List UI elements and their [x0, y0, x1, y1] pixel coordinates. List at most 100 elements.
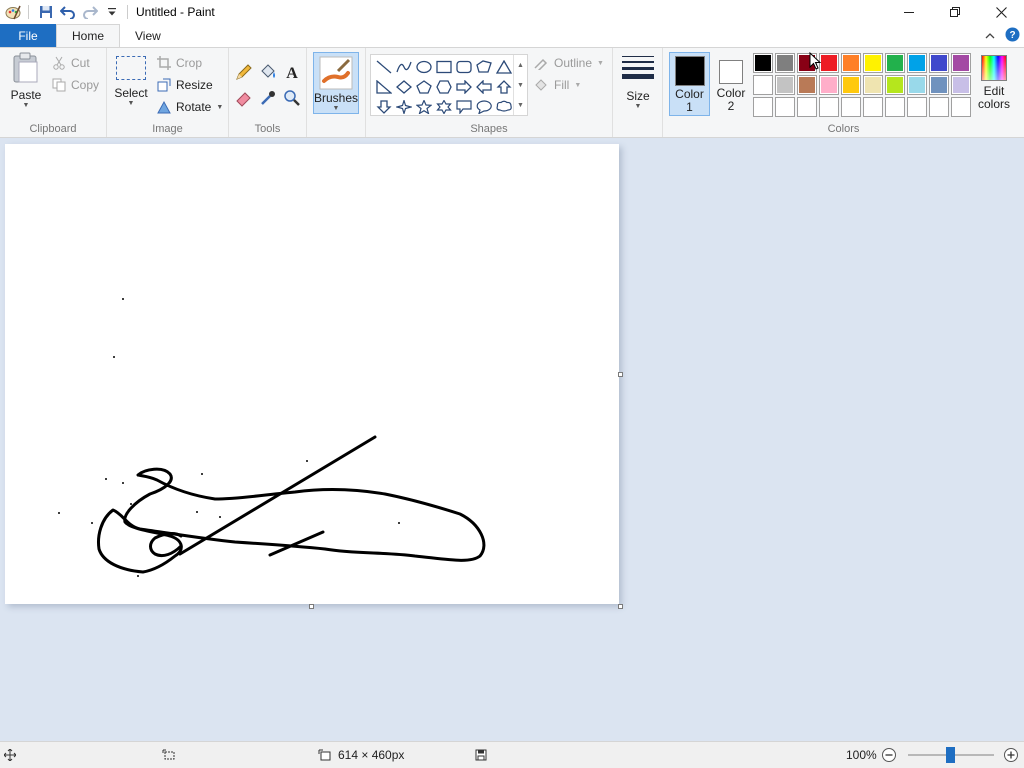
restore-icon[interactable] [932, 0, 978, 24]
diamond-shape-icon[interactable] [394, 77, 414, 97]
customize-qat-icon[interactable] [101, 1, 123, 23]
up-arrow-shape-icon[interactable] [494, 77, 514, 97]
six-point-star-shape-icon[interactable] [434, 97, 454, 117]
size-button[interactable]: Size ▼ [616, 52, 660, 114]
palette-swatch[interactable] [775, 75, 795, 95]
hexagon-shape-icon[interactable] [434, 77, 454, 97]
resize-button[interactable]: Resize [157, 76, 213, 94]
palette-swatch[interactable] [841, 53, 861, 73]
scroll-down-icon[interactable]: ▼ [517, 82, 524, 89]
palette-swatch[interactable] [863, 53, 883, 73]
palette-swatch[interactable] [885, 97, 905, 117]
resize-handle-bottom[interactable] [309, 604, 314, 609]
fill-bucket-icon[interactable] [258, 62, 278, 85]
cloud-callout-shape-icon[interactable] [494, 97, 514, 117]
palette-swatch[interactable] [819, 75, 839, 95]
right-arrow-shape-icon[interactable] [454, 77, 474, 97]
palette-swatch[interactable] [885, 53, 905, 73]
paint-app-icon[interactable] [2, 1, 24, 23]
palette-swatch[interactable] [929, 97, 949, 117]
palette-swatch[interactable] [951, 97, 971, 117]
edit-colors-button[interactable]: Edit colors [974, 52, 1014, 116]
palette-swatch[interactable] [841, 75, 861, 95]
workspace[interactable] [0, 138, 1024, 741]
palette-swatch[interactable] [819, 53, 839, 73]
text-tool-icon[interactable]: A [282, 62, 302, 85]
rectangle-shape-icon[interactable] [434, 57, 454, 77]
color2-button[interactable]: Color 2 [713, 52, 749, 116]
fill-icon [535, 79, 547, 91]
size-label: Size [626, 89, 650, 103]
tab-view[interactable]: View [120, 24, 176, 47]
palette-swatch[interactable] [775, 97, 795, 117]
outline-button[interactable]: Outline ▼ [533, 54, 604, 72]
palette-swatch[interactable] [863, 97, 883, 117]
pentagon-shape-icon[interactable] [414, 77, 434, 97]
brushes-button[interactable]: Brushes ▼ [313, 52, 359, 114]
tab-home[interactable]: Home [56, 24, 121, 47]
resize-handle-right[interactable] [618, 372, 623, 377]
zoom-slider-thumb[interactable] [946, 747, 955, 763]
left-arrow-shape-icon[interactable] [474, 77, 494, 97]
palette-swatch[interactable] [951, 75, 971, 95]
drawing-canvas[interactable] [5, 144, 619, 604]
rect-callout-shape-icon[interactable] [454, 97, 474, 117]
undo-icon[interactable] [57, 1, 79, 23]
close-icon[interactable] [978, 0, 1024, 24]
rounded-rectangle-shape-icon[interactable] [454, 57, 474, 77]
help-icon[interactable]: ? [1005, 27, 1020, 45]
save-icon[interactable] [35, 1, 57, 23]
minimize-icon[interactable] [886, 0, 932, 24]
palette-swatch[interactable] [753, 75, 773, 95]
five-point-star-shape-icon[interactable] [414, 97, 434, 117]
collapse-ribbon-icon[interactable] [985, 29, 995, 43]
palette-swatch[interactable] [907, 97, 927, 117]
palette-swatch[interactable] [753, 53, 773, 73]
group-size: Size ▼ [613, 48, 663, 137]
magnifier-icon[interactable] [282, 88, 302, 111]
cut-button[interactable]: Cut [52, 54, 90, 72]
line-shape-icon[interactable] [374, 57, 394, 77]
palette-swatch-fill [776, 54, 794, 72]
right-triangle-shape-icon[interactable] [374, 77, 394, 97]
triangle-shape-icon[interactable] [494, 57, 514, 77]
four-point-star-shape-icon[interactable] [394, 97, 414, 117]
polygon-shape-icon[interactable] [474, 57, 494, 77]
palette-swatch[interactable] [819, 97, 839, 117]
expand-gallery-icon[interactable]: ▼ [517, 102, 524, 109]
copy-button[interactable]: Copy [52, 76, 99, 94]
shapes-scrollbar[interactable]: ▲ ▼ ▼ [513, 55, 527, 115]
rotate-button[interactable]: Rotate ▼ [157, 98, 223, 116]
oval-callout-shape-icon[interactable] [474, 97, 494, 117]
palette-swatch[interactable] [841, 97, 861, 117]
color-picker-icon[interactable] [258, 88, 278, 111]
curve-shape-icon[interactable] [394, 57, 414, 77]
fill-button[interactable]: Fill ▼ [533, 76, 581, 94]
crop-button[interactable]: Crop [157, 54, 202, 72]
palette-swatch[interactable] [885, 75, 905, 95]
palette-swatch[interactable] [907, 53, 927, 73]
palette-swatch[interactable] [797, 97, 817, 117]
redo-icon[interactable] [79, 1, 101, 23]
down-arrow-shape-icon[interactable] [374, 97, 394, 117]
resize-handle-corner[interactable] [618, 604, 623, 609]
palette-swatch[interactable] [929, 75, 949, 95]
palette-swatch[interactable] [775, 53, 795, 73]
palette-swatch[interactable] [929, 53, 949, 73]
palette-swatch[interactable] [907, 75, 927, 95]
scroll-up-icon[interactable]: ▲ [517, 62, 524, 69]
palette-swatch[interactable] [951, 53, 971, 73]
eraser-icon[interactable] [234, 88, 254, 111]
select-button[interactable]: Select ▼ [113, 56, 149, 116]
palette-swatch[interactable] [863, 75, 883, 95]
oval-shape-icon[interactable] [414, 57, 434, 77]
palette-swatch[interactable] [797, 75, 817, 95]
svg-text:A: A [286, 65, 298, 82]
color1-button[interactable]: Color 1 [669, 52, 710, 116]
palette-swatch[interactable] [753, 97, 773, 117]
pencil-icon[interactable] [234, 62, 254, 85]
tab-file[interactable]: File [0, 24, 56, 47]
zoom-out-button[interactable] [881, 742, 897, 768]
zoom-in-button[interactable] [1003, 742, 1019, 768]
paste-button[interactable]: Paste ▼ [6, 52, 46, 118]
